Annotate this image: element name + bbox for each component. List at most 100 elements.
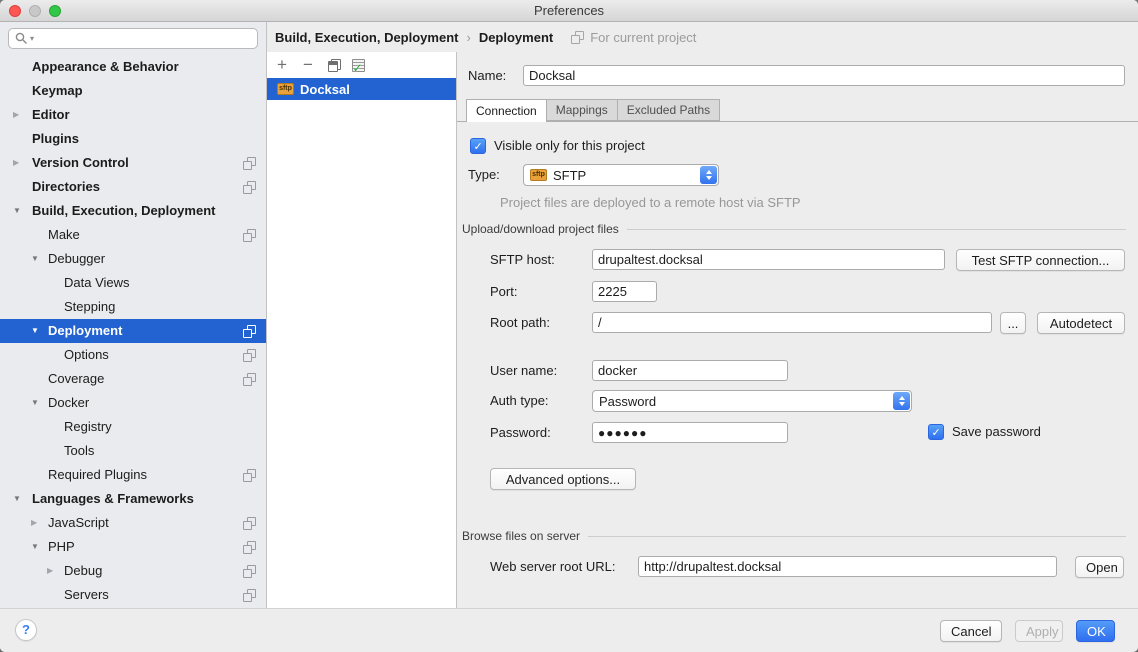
- search-box[interactable]: ▾: [8, 28, 258, 49]
- shared-settings-icon: [243, 589, 256, 602]
- shared-settings-icon: [243, 565, 256, 578]
- name-input[interactable]: [523, 65, 1125, 86]
- chevron-down-icon[interactable]: ▼: [13, 487, 21, 511]
- sidebar-item-languages-frameworks[interactable]: ▼Languages & Frameworks: [0, 487, 266, 511]
- sidebar-item-label: JavaScript: [48, 515, 109, 530]
- sidebar-item-servers[interactable]: Servers: [0, 583, 266, 607]
- sidebar-item-debugger[interactable]: ▼Debugger: [0, 247, 266, 271]
- shared-settings-icon: [243, 349, 256, 362]
- shared-settings-icon: [243, 157, 256, 170]
- shared-settings-icon: [243, 229, 256, 242]
- auth-type-label: Auth type:: [490, 390, 549, 412]
- chevron-right-icon[interactable]: ▶: [31, 511, 37, 535]
- sidebar-item-plugins[interactable]: Plugins: [0, 127, 266, 151]
- breadcrumb-section[interactable]: Build, Execution, Deployment: [275, 30, 458, 45]
- remove-server-button[interactable]: −: [297, 55, 319, 75]
- web-root-input[interactable]: [638, 556, 1057, 577]
- shared-settings-icon: [243, 325, 256, 338]
- chevron-right-icon[interactable]: ▶: [13, 103, 19, 127]
- select-stepper-icon[interactable]: [893, 392, 910, 410]
- password-input[interactable]: [592, 422, 788, 443]
- advanced-options-button[interactable]: Advanced options...: [490, 468, 636, 490]
- port-input[interactable]: [592, 281, 657, 302]
- sidebar-item-directories[interactable]: Directories: [0, 175, 266, 199]
- shared-settings-icon: [243, 517, 256, 530]
- sidebar-item-label: Coverage: [48, 371, 104, 386]
- sidebar-item-label: PHP: [48, 539, 75, 554]
- titlebar: Preferences: [0, 0, 1138, 22]
- sidebar-item-make[interactable]: Make: [0, 223, 266, 247]
- sidebar-item-label: Plugins: [32, 131, 79, 146]
- chevron-down-icon[interactable]: ▼: [31, 247, 39, 271]
- root-path-input[interactable]: [592, 312, 992, 333]
- root-path-label: Root path:: [490, 312, 550, 334]
- add-server-button[interactable]: +: [271, 55, 293, 75]
- chevron-down-icon[interactable]: ▼: [31, 319, 39, 343]
- chevron-down-icon[interactable]: ▼: [13, 199, 21, 223]
- sidebar-item-deployment[interactable]: ▼Deployment: [0, 319, 266, 343]
- use-as-default-button[interactable]: [347, 55, 369, 75]
- user-name-label: User name:: [490, 360, 557, 382]
- cancel-button[interactable]: Cancel: [940, 620, 1002, 642]
- upload-section-label: Upload/download project files: [462, 222, 619, 236]
- visible-only-label[interactable]: Visible only for this project: [494, 137, 645, 155]
- tab-connection[interactable]: Connection: [466, 99, 547, 122]
- sftp-file-icon: sftp: [277, 83, 294, 95]
- search-input[interactable]: [36, 30, 251, 47]
- browse-root-path-button[interactable]: ...: [1000, 312, 1026, 334]
- breadcrumb-separator-icon: ›: [466, 30, 470, 45]
- chevron-right-icon[interactable]: ▶: [13, 151, 19, 175]
- open-button[interactable]: Open: [1075, 556, 1124, 578]
- sidebar-item-coverage[interactable]: Coverage: [0, 367, 266, 391]
- chevron-down-icon[interactable]: ▼: [31, 535, 39, 559]
- sidebar-item-debug[interactable]: ▶Debug: [0, 559, 266, 583]
- sidebar-item-options[interactable]: Options: [0, 343, 266, 367]
- user-name-input[interactable]: [592, 360, 788, 381]
- save-password-checkbox[interactable]: [928, 424, 944, 440]
- help-button[interactable]: ?: [15, 619, 37, 641]
- test-connection-button[interactable]: Test SFTP connection...: [956, 249, 1125, 271]
- name-label: Name:: [468, 65, 506, 87]
- sidebar-item-version-control[interactable]: ▶Version Control: [0, 151, 266, 175]
- sidebar-item-label: Keymap: [32, 83, 83, 98]
- auth-type-select[interactable]: Password: [592, 390, 912, 412]
- ok-button[interactable]: OK: [1076, 620, 1115, 642]
- sidebar-item-label: Registry: [64, 419, 112, 434]
- sidebar-item-label: Make: [48, 227, 80, 242]
- copy-server-button[interactable]: [323, 55, 345, 75]
- autodetect-button[interactable]: Autodetect: [1037, 312, 1125, 334]
- sidebar-item-keymap[interactable]: Keymap: [0, 79, 266, 103]
- breadcrumb-page[interactable]: Deployment: [479, 30, 553, 45]
- type-select-value: SFTP: [553, 168, 586, 183]
- sidebar-item-build-execution-deployment[interactable]: ▼Build, Execution, Deployment: [0, 199, 266, 223]
- sidebar-item-appearance-behavior[interactable]: Appearance & Behavior: [0, 55, 266, 79]
- sidebar-item-editor[interactable]: ▶ Editor: [0, 103, 266, 127]
- sidebar-item-tools[interactable]: Tools: [0, 439, 266, 463]
- sidebar-item-required-plugins[interactable]: Required Plugins: [0, 463, 266, 487]
- chevron-down-icon[interactable]: ▼: [31, 391, 39, 415]
- sidebar-item-registry[interactable]: Registry: [0, 415, 266, 439]
- shared-settings-icon: [243, 181, 256, 194]
- sidebar-item-docker[interactable]: ▼Docker: [0, 391, 266, 415]
- search-options-chevron-icon[interactable]: ▾: [30, 34, 34, 44]
- sidebar-item-stepping[interactable]: Stepping: [0, 295, 266, 319]
- visible-only-checkbox[interactable]: [470, 138, 486, 154]
- sidebar-item-php[interactable]: ▼ PHP: [0, 535, 266, 559]
- sidebar-item-data-views[interactable]: Data Views: [0, 271, 266, 295]
- type-select[interactable]: sftp SFTP: [523, 164, 719, 186]
- select-stepper-icon[interactable]: [700, 166, 717, 184]
- window-title: Preferences: [0, 0, 1138, 22]
- sidebar-item-label: Directories: [32, 179, 100, 194]
- sftp-host-input[interactable]: [592, 249, 945, 270]
- sidebar-item-javascript[interactable]: ▶ JavaScript: [0, 511, 266, 535]
- upload-section-header: Upload/download project files: [462, 222, 1126, 236]
- save-password-label[interactable]: Save password: [952, 423, 1041, 441]
- chevron-right-icon[interactable]: ▶: [47, 559, 53, 583]
- sidebar-item-label: Editor: [32, 107, 70, 122]
- section-divider: [588, 536, 1126, 537]
- apply-button[interactable]: Apply: [1015, 620, 1063, 642]
- tab-mappings[interactable]: Mappings: [547, 99, 618, 121]
- tab-excluded-paths[interactable]: Excluded Paths: [618, 99, 720, 121]
- server-list-item[interactable]: sftp Docksal: [267, 78, 456, 100]
- use-as-default-icon: [352, 59, 365, 72]
